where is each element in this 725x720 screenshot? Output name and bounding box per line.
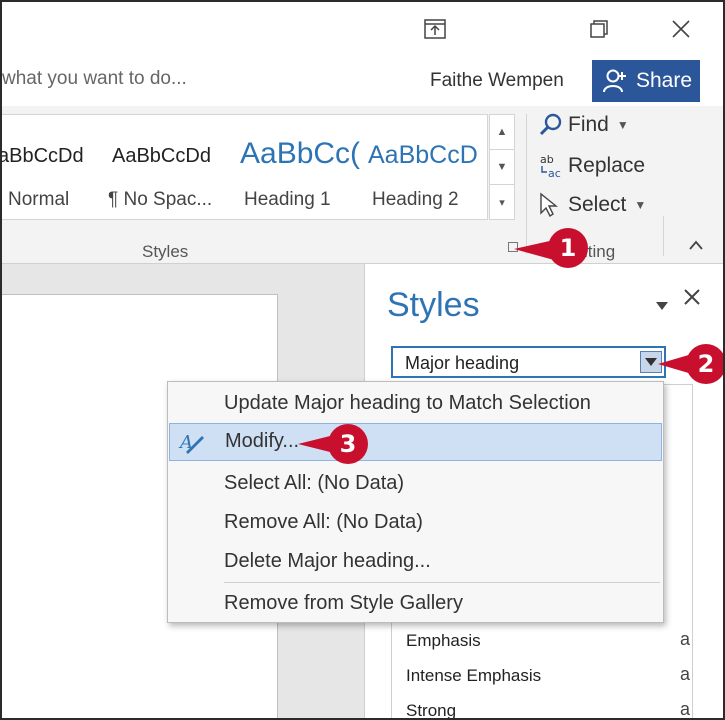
ribbon: aBbCcDd Normal AaBbCcDd ¶ No Spac... AaB…	[2, 106, 723, 264]
menu-item-select-all[interactable]: Select All: (No Data)	[168, 465, 663, 503]
pane-title: Styles	[387, 286, 480, 324]
cursor-icon	[540, 192, 558, 218]
gallery-more-button[interactable]: ▾	[490, 185, 514, 220]
style-label: ¶ No Spac...	[108, 189, 213, 210]
chevron-down-icon: ▼	[496, 161, 508, 173]
style-tile-normal[interactable]: aBbCcDd Normal	[2, 115, 98, 219]
menu-item-remove-from-gallery[interactable]: Remove from Style Gallery	[168, 585, 663, 623]
callout-3: 3	[328, 424, 368, 464]
close-icon	[672, 20, 690, 38]
collapse-ribbon-button[interactable]	[688, 238, 704, 256]
group-separator	[663, 216, 664, 256]
svg-text:ac: ac	[548, 167, 561, 180]
find-button[interactable]: Find ▼	[538, 112, 629, 138]
replace-icon: ab ac	[540, 153, 561, 180]
menu-item-label: Remove All: (No Data)	[224, 511, 423, 533]
caret-down-icon: ▼	[634, 198, 647, 212]
editing-group-label: iting	[584, 242, 616, 261]
style-label: Normal	[8, 189, 70, 210]
menu-item-label: Remove from Style Gallery	[224, 592, 463, 614]
select-label: Select	[568, 193, 627, 216]
tell-me-input[interactable]: what you want to do...	[2, 68, 187, 90]
group-separator	[526, 114, 527, 254]
style-tile-heading-2[interactable]: AaBbCcD Heading 2	[364, 115, 484, 219]
ribbon-display-options-button[interactable]	[420, 16, 450, 42]
gallery-scroll: ▲ ▼ ▾	[489, 114, 515, 220]
menu-item-label: Modify...	[225, 430, 300, 452]
menu-item-update-to-match[interactable]: Update Major heading to Match Selection	[168, 385, 663, 423]
menu-item-label: Update Major heading to Match Selection	[224, 392, 591, 414]
gallery-down-button[interactable]: ▼	[490, 150, 514, 185]
menu-item-label: Delete Major heading...	[224, 550, 431, 572]
style-sample: AaBbCcDd	[112, 145, 211, 167]
select-button[interactable]: Select ▼	[538, 192, 646, 218]
gallery-up-button[interactable]: ▲	[490, 115, 514, 150]
modify-style-icon: A	[178, 432, 204, 454]
style-label: Heading 2	[372, 189, 459, 210]
add-person-icon	[603, 69, 626, 93]
menu-separator	[224, 582, 660, 583]
style-dropdown[interactable]: Major heading	[391, 346, 666, 378]
menu-item-label: Select All: (No Data)	[224, 472, 405, 494]
close-icon	[684, 289, 700, 305]
more-icon: ▾	[499, 197, 505, 209]
character-style-icon: a	[680, 699, 691, 719]
restore-window-icon	[590, 20, 608, 38]
style-label: Heading 1	[244, 189, 331, 210]
selected-style: Major heading	[405, 353, 520, 373]
chevron-up-icon: ▲	[496, 126, 508, 138]
caret-down-icon	[645, 358, 657, 366]
callout-2: 2	[686, 344, 723, 384]
svg-text:ab: ab	[540, 153, 554, 166]
callout-1: 1	[548, 228, 588, 268]
find-label: Find	[568, 113, 609, 136]
pane-close-button[interactable]	[683, 288, 701, 312]
menu-item-delete-style[interactable]: Delete Major heading...	[168, 543, 663, 581]
style-tile-heading-1[interactable]: AaBbCc( Heading 1	[234, 115, 360, 219]
caret-down-icon: ▼	[616, 118, 629, 132]
style-item-strong[interactable]: Strong	[406, 701, 456, 718]
character-style-icon: a	[680, 629, 691, 649]
share-label: Share	[636, 69, 693, 92]
caret-down-icon	[656, 302, 668, 310]
replace-button[interactable]: ab ac Replace	[538, 152, 645, 180]
user-name[interactable]: Faithe Wempen	[430, 70, 564, 92]
style-sample: AaBbCc(	[240, 137, 361, 170]
share-button[interactable]: Share	[592, 60, 700, 102]
search-icon	[539, 113, 562, 136]
style-item-intense-emphasis[interactable]: Intense Emphasis	[406, 666, 541, 686]
style-sample: aBbCcDd	[0, 145, 84, 167]
character-style-icon: a	[680, 664, 691, 684]
close-window-button[interactable]	[666, 16, 696, 42]
style-item-emphasis[interactable]: Emphasis	[406, 631, 481, 651]
menu-item-remove-all[interactable]: Remove All: (No Data)	[168, 504, 663, 542]
chevron-up-icon	[689, 240, 703, 250]
menu-item-modify[interactable]: A Modify...	[169, 423, 662, 461]
style-tile-no-spacing[interactable]: AaBbCcDd ¶ No Spac...	[102, 115, 228, 219]
replace-label: Replace	[568, 154, 646, 177]
pane-options-button[interactable]	[655, 294, 669, 317]
style-sample: AaBbCcD	[368, 141, 478, 169]
styles-group-label: Styles	[142, 242, 189, 261]
ribbon-display-icon	[424, 19, 446, 39]
styles-gallery: aBbCcDd Normal AaBbCcDd ¶ No Spac... AaB…	[2, 114, 488, 220]
style-context-menu: Update Major heading to Match Selection …	[167, 381, 664, 623]
restore-button[interactable]	[584, 16, 614, 42]
word-window: what you want to do... Faithe Wempen Sha…	[0, 0, 725, 720]
